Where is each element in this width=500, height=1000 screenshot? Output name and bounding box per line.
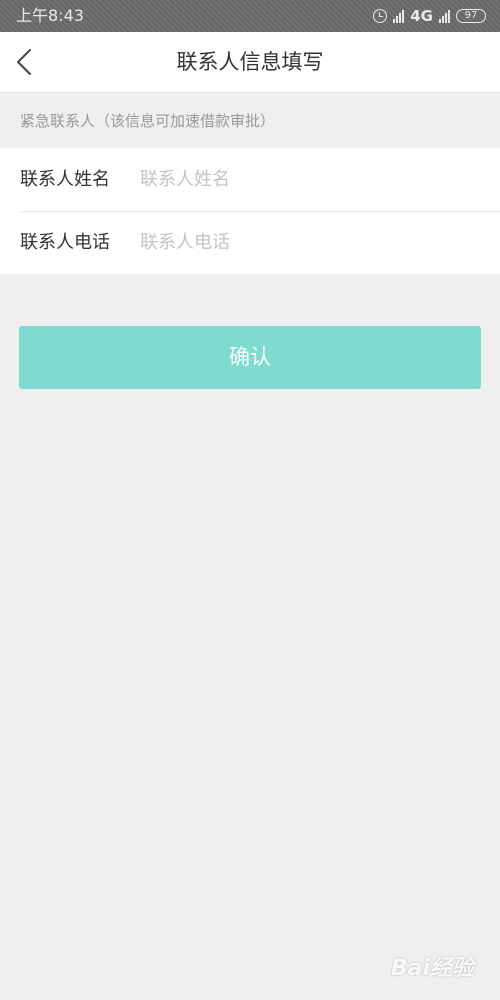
battery-icon: 97: [456, 9, 486, 23]
name-label: 联系人姓名: [20, 169, 110, 190]
status-time: 上午8:43: [16, 6, 84, 25]
confirm-button[interactable]: 确认: [19, 326, 481, 389]
network-type: 4G: [410, 7, 433, 25]
watermark: Bai经验: [390, 956, 474, 981]
phone-row: 联系人电话: [0, 211, 500, 274]
name-input[interactable]: [140, 160, 470, 198]
alarm-icon: [373, 9, 388, 23]
status-icons: 4G 97: [373, 6, 486, 26]
page-title: 联系人信息填写: [176, 50, 324, 74]
phone-label: 联系人电话: [20, 232, 110, 253]
contact-form: 联系人姓名 联系人电话: [0, 148, 500, 274]
hd-signal-icon: [393, 9, 405, 23]
section-hint: 紧急联系人（该信息可加速借款审批）: [20, 112, 276, 130]
header: 联系人信息填写: [0, 32, 500, 93]
name-row: 联系人姓名: [0, 148, 500, 211]
phone-input[interactable]: [140, 223, 470, 261]
status-bar: 上午8:43 4G 97: [0, 0, 500, 32]
signal-icon: [439, 9, 450, 23]
